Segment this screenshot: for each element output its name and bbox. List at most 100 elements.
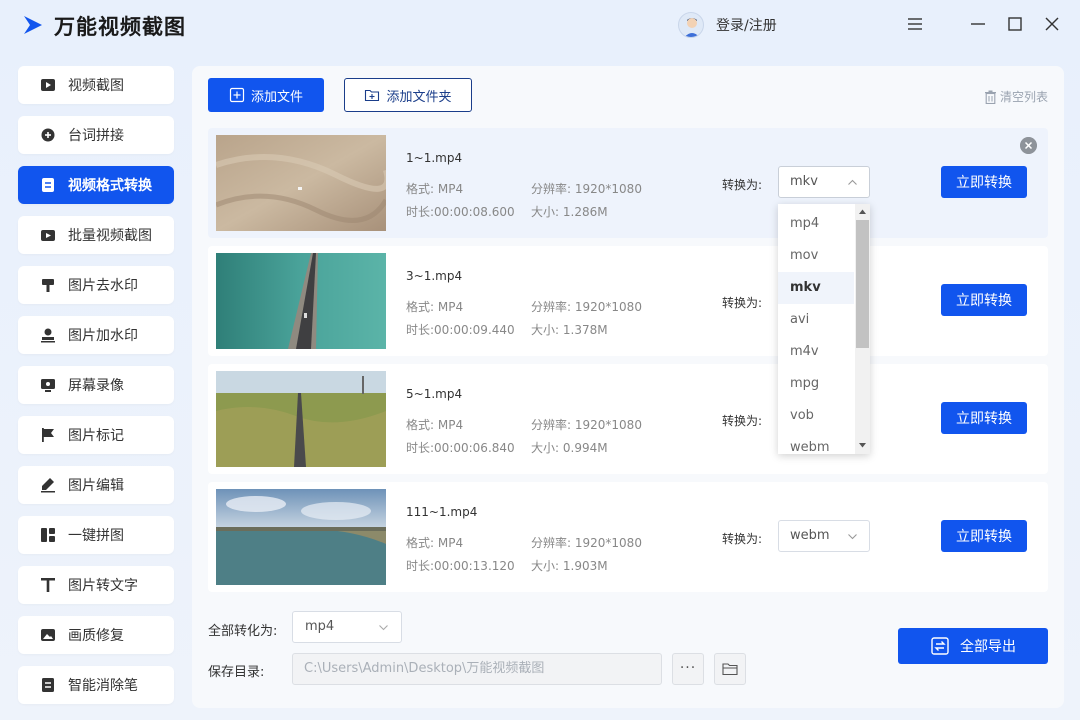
dropdown-option-mov[interactable]: mov	[778, 240, 854, 272]
size-value: 1.903M	[562, 559, 608, 573]
duration-label: 时长:	[406, 323, 435, 337]
format-select-value: webm	[790, 528, 830, 543]
dropdown-option-mkv[interactable]: mkv	[778, 272, 854, 304]
sidebar-item-image-mark[interactable]: 图片标记	[18, 416, 174, 454]
save-dir-input[interactable]: C:\Users\Admin\Desktop\万能视频截图	[292, 653, 662, 685]
remove-file-icon[interactable]	[1020, 137, 1037, 154]
flag-icon	[42, 428, 54, 442]
add-file-button[interactable]: 添加文件	[208, 78, 324, 112]
app-logo-icon	[24, 16, 42, 34]
duration-value: 00:00:08.600	[434, 205, 515, 219]
chevron-up-icon	[848, 179, 857, 185]
sidebar-item-collage[interactable]: 一键拼图	[18, 516, 174, 554]
convert-all-label: 全部转化为:	[208, 624, 278, 639]
sidebar-item-remove-watermark[interactable]: 图片去水印	[18, 266, 174, 304]
dropdown-option-vob[interactable]: vob	[778, 400, 854, 432]
close-icon[interactable]	[1042, 14, 1062, 34]
avatar[interactable]	[678, 12, 704, 38]
eraser-icon	[42, 678, 54, 692]
plus-circle-icon	[41, 128, 55, 142]
size-label: 大小:	[531, 205, 560, 219]
menu-icon[interactable]	[905, 14, 925, 34]
dropdown-option-webm[interactable]: webm	[778, 432, 854, 454]
video-thumbnail[interactable]	[216, 253, 386, 349]
format-select[interactable]: webm	[778, 520, 870, 552]
export-all-label: 全部导出	[960, 639, 1016, 655]
size-info: 大小: 1.286M	[531, 203, 608, 220]
sidebar-item-batch-video-screenshot[interactable]: 批量视频截图	[18, 216, 174, 254]
convert-now-button[interactable]: 立即转换	[941, 284, 1027, 316]
add-folder-button[interactable]: 添加文件夹	[344, 78, 472, 112]
resolution-value: 1920*1080	[574, 536, 642, 550]
sidebar-item-label: 画质修复	[68, 628, 124, 644]
resolution-label: 分辨率:	[531, 418, 572, 432]
format-info: 格式: MP4	[406, 298, 463, 315]
browse-more-button[interactable]: ···	[672, 653, 704, 685]
screen-record-icon	[41, 379, 55, 392]
login-register-link[interactable]: 登录/注册	[716, 15, 777, 35]
format-select-value: mkv	[790, 174, 818, 189]
video-thumbnail[interactable]	[216, 135, 386, 231]
file-name: 1~1.mp4	[406, 151, 463, 165]
dropdown-option-avi[interactable]: avi	[778, 304, 854, 336]
convert-all-value: mp4	[305, 619, 335, 634]
convert-all-select[interactable]: mp4	[292, 611, 402, 643]
resolution-label: 分辨率:	[531, 182, 572, 196]
format-select[interactable]: mkv	[778, 166, 870, 198]
duration-info: 时长:00:00:08.600	[406, 203, 515, 220]
maximize-icon[interactable]	[1005, 14, 1025, 34]
dropdown-option-mp4[interactable]: mp4	[778, 208, 854, 240]
sidebar-item-label: 图片编辑	[68, 478, 124, 494]
sidebar-item-screen-record[interactable]: 屏幕录像	[18, 366, 174, 404]
sidebar-item-add-watermark[interactable]: 图片加水印	[18, 316, 174, 354]
convert-now-button[interactable]: 立即转换	[941, 402, 1027, 434]
file-row-2: 3~1.mp4 格式: MP4 分辨率: 1920*1080 时长:00:00:…	[208, 246, 1048, 356]
format-info: 格式: MP4	[406, 180, 463, 197]
size-label: 大小:	[531, 441, 560, 455]
sidebar-item-label: 图片转文字	[68, 578, 138, 594]
add-folder-label: 添加文件夹	[386, 89, 452, 105]
clear-list-button[interactable]: 清空列表	[984, 88, 1048, 105]
size-info: 大小: 0.994M	[531, 439, 608, 456]
sidebar-item-quality-repair[interactable]: 画质修复	[18, 616, 174, 654]
resolution-info: 分辨率: 1920*1080	[531, 534, 642, 551]
file-name: 5~1.mp4	[406, 387, 463, 401]
export-all-button[interactable]: 全部导出	[898, 628, 1048, 664]
chevron-down-icon	[379, 625, 388, 631]
format-info: 格式: MP4	[406, 534, 463, 551]
scroll-down-arrow-icon[interactable]	[857, 441, 868, 449]
resolution-label: 分辨率:	[531, 536, 572, 550]
video-thumbnail[interactable]	[216, 371, 386, 467]
file-row-4: 111~1.mp4 格式: MP4 分辨率: 1920*1080 时长:00:0…	[208, 482, 1048, 592]
sidebar-item-image-edit[interactable]: 图片编辑	[18, 466, 174, 504]
format-value: MP4	[437, 418, 464, 432]
minimize-icon[interactable]	[968, 14, 988, 34]
resolution-value: 1920*1080	[574, 182, 642, 196]
open-folder-button[interactable]	[714, 653, 746, 685]
resolution-value: 1920*1080	[574, 418, 642, 432]
dropdown-option-mpg[interactable]: mpg	[778, 368, 854, 400]
sidebar-item-smart-eraser[interactable]: 智能消除笔	[18, 666, 174, 704]
trash-icon	[985, 90, 996, 104]
sidebar-item-image-to-text[interactable]: 图片转文字	[18, 566, 174, 604]
video-thumbnail[interactable]	[216, 489, 386, 585]
sidebar-item-label: 图片去水印	[68, 278, 138, 294]
sidebar-item-label: 一键拼图	[68, 528, 124, 544]
sidebar-item-label: 图片加水印	[68, 328, 138, 344]
sidebar-item-video-screenshot[interactable]: 视频截图	[18, 66, 174, 104]
file-row-1: 1~1.mp4 格式: MP4 分辨率: 1920*1080 时长:00:00:…	[208, 128, 1048, 238]
video-frame-icon	[41, 79, 55, 91]
duration-label: 时长:	[406, 441, 435, 455]
add-folder-icon	[365, 89, 380, 102]
dropdown-scrollbar-thumb[interactable]	[856, 220, 869, 348]
folder-icon	[722, 663, 738, 676]
sidebar-item-subtitle-stitch[interactable]: 台词拼接	[18, 116, 174, 154]
sidebar-item-video-format-convert[interactable]: 视频格式转换	[18, 166, 174, 204]
scroll-up-arrow-icon[interactable]	[857, 208, 868, 216]
format-label: 格式:	[406, 182, 435, 196]
convert-now-button[interactable]: 立即转换	[941, 166, 1027, 198]
sidebar-item-label: 智能消除笔	[68, 678, 138, 694]
convert-now-button[interactable]: 立即转换	[941, 520, 1027, 552]
user-avatar-icon	[684, 18, 700, 37]
dropdown-option-m4v[interactable]: m4v	[778, 336, 854, 368]
